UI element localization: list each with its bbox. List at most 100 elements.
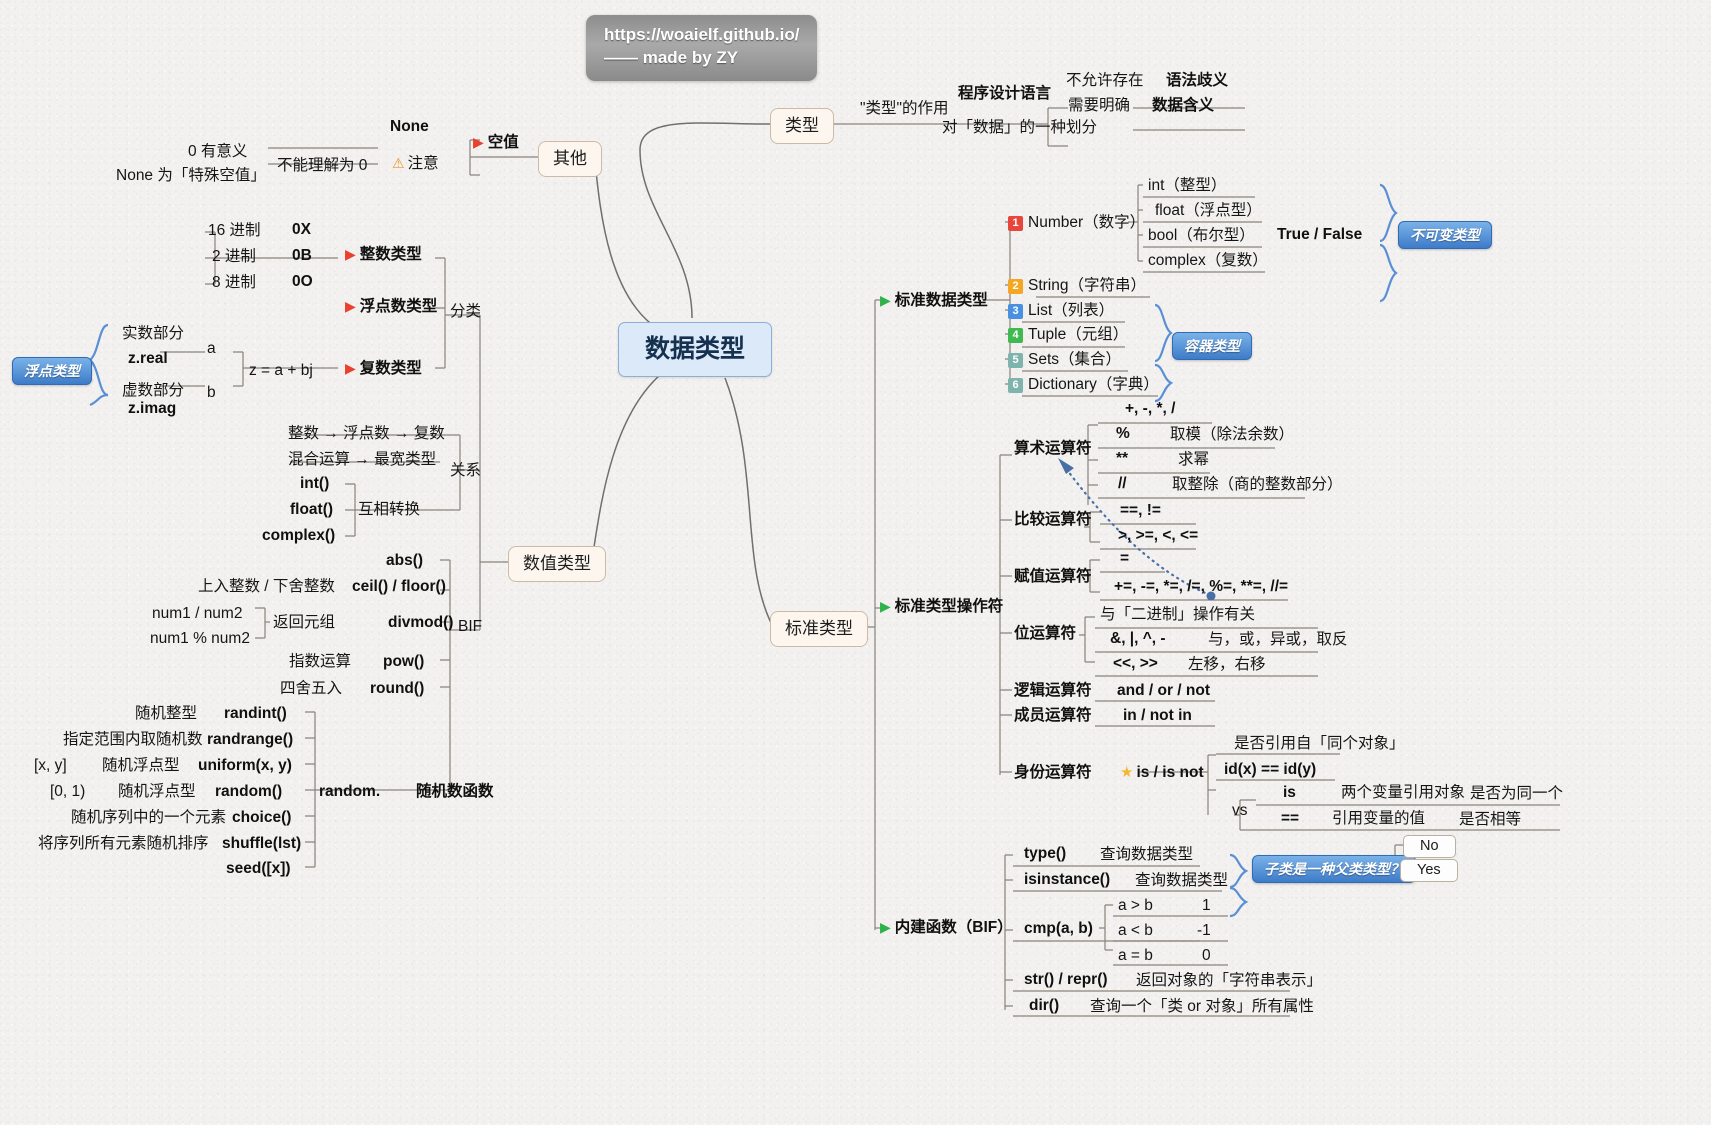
branch-numeric[interactable]: 数值类型 [508, 546, 606, 582]
convert-label: 互相转换 [358, 501, 421, 518]
cmp-cond-gt: a > b [1118, 897, 1153, 914]
op-arithmetic-top: +, -, *, / [1125, 400, 1176, 417]
cmp-cond-lt: a < b [1118, 922, 1153, 939]
identity-eq-result: 是否相等 [1459, 811, 1522, 828]
base-2-prefix: 0B [292, 247, 312, 264]
type-division-label: 对「数据」的一种划分 [942, 119, 1098, 136]
op-membership-name: 成员运算符 [1014, 707, 1092, 724]
bif-ceil-floor-desc: 上入整数 / 下舍整数 [198, 578, 335, 595]
cmp-val-lt: -1 [1197, 922, 1211, 939]
other-none-special: None 为「特殊空值」 [116, 167, 266, 184]
star-icon: ★ [1120, 764, 1134, 781]
type-need-clear: 需要明确 [1068, 97, 1131, 114]
numeric-bif-label: BIF [458, 618, 483, 635]
bif-dir-desc: 查询一个「类 or 对象」所有属性 [1090, 998, 1314, 1015]
identity-same-object: 是否引用自「同个对象」 [1234, 735, 1405, 752]
identity-is-label: is [1283, 784, 1296, 801]
divmod-arg-mod: num1 % num2 [150, 630, 250, 647]
bif-isinstance-desc: 查询数据类型 [1135, 872, 1229, 889]
op-assignment-name: 赋值运算符 [1014, 568, 1092, 585]
number-bool: bool（布尔型） [1148, 227, 1255, 244]
answer-no: No [1403, 835, 1456, 858]
branch-other[interactable]: 其他 [538, 141, 602, 177]
dtype-dictionary: 6 Dictionary（字典） [1008, 376, 1159, 394]
random-5-desc: 将序列所有元素随机排序 [38, 835, 209, 852]
random-title: 随机数函数 [416, 783, 494, 800]
immutable-type-pill[interactable]: 不可变类型 [1398, 221, 1492, 250]
branch-standard[interactable]: 标准类型 [770, 611, 868, 647]
op-pow-desc: 求幂 [1178, 451, 1210, 468]
subclass-question-pill[interactable]: 子类是一种父类类型？ [1252, 855, 1416, 884]
op-bitwise-sym1: &, |, ^, - [1110, 630, 1166, 647]
branch-type[interactable]: 类型 [770, 108, 834, 144]
dtype-sets: 5 Sets（集合） [1008, 351, 1121, 369]
flag-icon: ▶ [345, 360, 356, 376]
other-empty-value: ▶ 空值 [473, 134, 519, 151]
flag-icon: ▶ [473, 134, 484, 150]
green-flag-icon: ▶ [880, 598, 891, 614]
badge-4: 4 [1008, 328, 1023, 343]
complex-formula: z = a + bj [249, 362, 313, 379]
bif-str-repr-desc: 返回对象的「字符串表示」 [1136, 972, 1323, 989]
random-1-desc: 指定范围内取随机数 [63, 731, 203, 748]
convert-complex: complex() [262, 527, 336, 544]
bif-type-func: type() [1024, 845, 1067, 862]
container-type-pill[interactable]: 容器类型 [1172, 332, 1252, 361]
identity-eq-label: == [1281, 810, 1300, 827]
base-16-prefix: 0X [292, 221, 311, 238]
flag-icon: ▶ [345, 298, 356, 314]
std-operators-label: ▶ 标准类型操作符 [880, 598, 1004, 615]
op-logical-value: and / or / not [1117, 682, 1210, 699]
float-type-pill[interactable]: 浮点类型 [12, 357, 92, 386]
convert-float: float() [290, 501, 334, 518]
dtype-number: 1 Number（数字） [1008, 214, 1145, 232]
op-arithmetic-name: 算术运算符 [1014, 440, 1092, 457]
bif-str-repr-func: str() / repr() [1024, 971, 1108, 988]
random-6-func: seed([x]) [226, 860, 291, 877]
op-identity-name: 身份运算符 [1014, 764, 1092, 781]
op-bitwise-sym2: <<, >> [1113, 655, 1158, 672]
bool-values: True / False [1277, 226, 1363, 243]
complex-b: b [207, 384, 216, 401]
random-0-desc: 随机整型 [135, 705, 198, 722]
op-comparison-top: ==, != [1120, 502, 1161, 519]
random-1-func: randrange() [207, 731, 294, 748]
random-3-desc: 随机浮点型 [118, 783, 196, 800]
base-8-label: 8 进制 [212, 274, 256, 291]
badge-3: 3 [1008, 304, 1023, 319]
bif-pow: pow() [383, 653, 425, 670]
warning-icon: ⚠ [392, 155, 405, 171]
random-4-func: choice() [232, 809, 292, 826]
bif-isinstance-func: isinstance() [1024, 871, 1111, 888]
other-cannot-be-zero: 不能理解为 0 [277, 157, 368, 174]
bif-divmod-desc: 返回元组 [273, 614, 336, 631]
badge-6: 6 [1008, 378, 1023, 393]
op-mod-symbol: % [1116, 425, 1130, 442]
relation-mixed: 混合运算 → 最宽类型 [288, 451, 437, 468]
numeric-relation-label: 关系 [450, 462, 482, 479]
watermark-url: https://woaielf.github.io/ [604, 25, 800, 44]
type-syntax-ambiguity: 语法歧义 [1166, 72, 1229, 89]
flag-icon: ▶ [345, 246, 356, 262]
type-role-label: "类型"的作用 [860, 100, 949, 117]
complex-imag-label: 虚数部分 [122, 382, 185, 399]
std-data-types-label: ▶ 标准数据类型 [880, 292, 988, 309]
op-assignment-rest: +=, -=, *=, /=, %=, **=, //= [1114, 578, 1289, 595]
op-mod-desc: 取模（除法余数） [1170, 426, 1295, 443]
random-0-func: randint() [224, 705, 287, 722]
identity-vs: vs [1232, 802, 1248, 819]
badge-2: 2 [1008, 279, 1023, 294]
base-2-label: 2 进制 [212, 248, 256, 265]
bif-round-desc: 四舍五入 [280, 680, 343, 697]
green-flag-icon: ▶ [880, 292, 891, 308]
other-note: ⚠ 注意 [392, 155, 439, 172]
op-logical-name: 逻辑运算符 [1014, 682, 1092, 699]
number-float: float（浮点型） [1155, 202, 1262, 219]
bif-dir-func: dir() [1029, 997, 1060, 1014]
root-node[interactable]: 数据类型 [618, 322, 773, 377]
op-identity-value: ★ is / is not [1120, 764, 1204, 781]
type-not-allowed: 不允许存在 [1066, 72, 1144, 89]
op-pow-symbol: ** [1116, 450, 1129, 467]
op-bitwise-name: 位运算符 [1014, 625, 1077, 642]
complex-real-label: 实数部分 [122, 325, 185, 342]
